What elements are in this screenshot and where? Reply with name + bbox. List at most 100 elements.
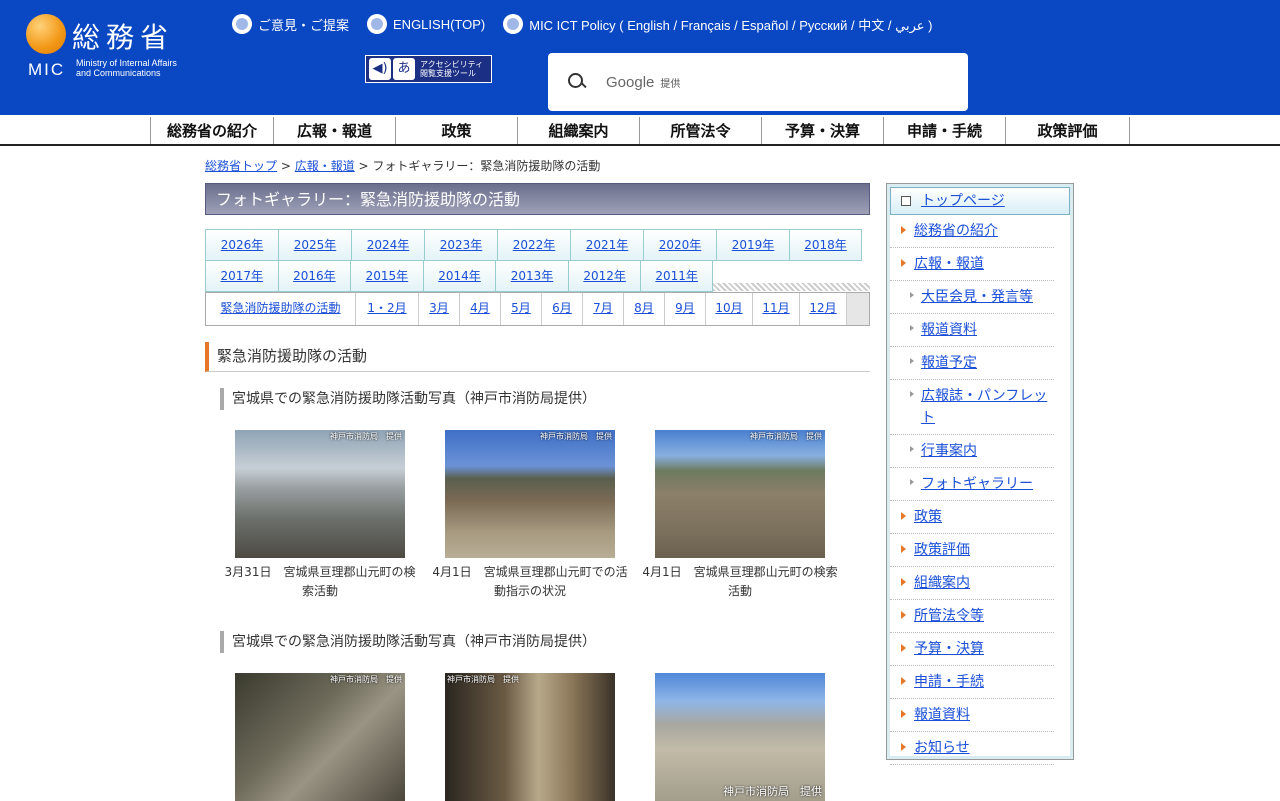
gnav-label: 組織案内: [548, 122, 609, 140]
search-brand-sub: 提供: [660, 78, 681, 90]
year-tab[interactable]: 2013年: [495, 260, 568, 292]
side-nav-item[interactable]: 報道資料: [890, 314, 1054, 347]
search-box[interactable]: Google 提供: [548, 53, 968, 111]
side-nav-link[interactable]: 報道資料: [914, 707, 970, 723]
side-nav-item[interactable]: フォトギャラリー: [890, 468, 1054, 501]
side-nav-link[interactable]: 予算・決算: [914, 641, 984, 657]
side-nav-link[interactable]: 広報・報道: [914, 256, 984, 272]
photo-mud-search[interactable]: 神戸市消防局 提供: [655, 430, 825, 558]
top-link-english[interactable]: ENGLISH(TOP): [367, 14, 485, 34]
gnav-item-policy[interactable]: 政策: [396, 117, 518, 144]
site-header: 総務省 MIC Ministry of Internal Affairs and…: [0, 0, 1280, 115]
photo-schoolyard-team[interactable]: 神戸市消防局 提供: [655, 673, 825, 801]
year-tab[interactable]: 2026年: [205, 229, 278, 261]
side-nav-item[interactable]: 行事案内: [890, 435, 1054, 468]
side-nav-link[interactable]: フォトギャラリー: [921, 476, 1033, 492]
month-tab[interactable]: 8月: [624, 293, 665, 325]
side-nav-item[interactable]: 報道予定: [890, 347, 1054, 380]
side-nav-link[interactable]: お知らせ: [914, 740, 970, 756]
side-nav-item[interactable]: 総務省の紹介: [890, 215, 1054, 248]
side-nav-link[interactable]: 大臣会見・発言等: [921, 289, 1033, 305]
accessibility-tool-button[interactable]: ◀) あ アクセシビリティ 閲覧支援ツール: [365, 55, 492, 83]
year-tab[interactable]: 2015年: [350, 260, 423, 292]
side-nav-link[interactable]: 報道予定: [921, 355, 977, 371]
side-nav-item[interactable]: 政策評価: [890, 534, 1054, 567]
gnav-item-procedures[interactable]: 申請・手続: [884, 117, 1006, 144]
breadcrumb-parent-link[interactable]: 広報・報道: [295, 159, 355, 173]
side-nav-link[interactable]: 広報誌・パンフレット: [921, 388, 1047, 426]
year-tab[interactable]: 2014年: [422, 260, 496, 292]
side-nav-link[interactable]: 所管法令等: [914, 608, 984, 624]
year-tab-selected[interactable]: 2011年: [640, 260, 713, 292]
top-link-ict-policy[interactable]: MIC ICT Policy ( English / Français / Es…: [503, 14, 932, 34]
year-tab[interactable]: 2012年: [567, 260, 641, 292]
side-nav-link[interactable]: 組織案内: [914, 575, 970, 591]
side-nav-link[interactable]: 総務省の紹介: [914, 223, 998, 239]
side-nav-item[interactable]: お知らせ: [890, 732, 1054, 765]
gnav-label: 所管法令: [670, 122, 731, 140]
side-nav-top-page[interactable]: トップページ: [890, 187, 1070, 215]
side-nav-item[interactable]: 申請・手続: [890, 666, 1054, 699]
year-tab[interactable]: 2024年: [351, 229, 424, 261]
month-tab[interactable]: 10月: [706, 293, 753, 325]
year-tab[interactable]: 2019年: [716, 229, 789, 261]
side-nav-item[interactable]: 組織案内: [890, 567, 1054, 600]
year-tab[interactable]: 2021年: [570, 229, 643, 261]
side-nav-item[interactable]: 広報誌・パンフレット: [890, 380, 1054, 435]
global-nav: 総務省の紹介 広報・報道 政策 組織案内 所管法令 予算・決算 申請・手続 政策…: [0, 115, 1280, 146]
top-link-label: ご意見・ご提案: [258, 17, 350, 33]
gnav-item-press[interactable]: 広報・報道: [274, 117, 396, 144]
year-tab[interactable]: 2017年: [205, 260, 278, 292]
mic-logo[interactable]: 総務省 MIC Ministry of Internal Affairs and…: [26, 12, 216, 82]
side-nav-link[interactable]: 報道資料: [921, 322, 977, 338]
month-tab[interactable]: 9月: [665, 293, 706, 325]
year-tab[interactable]: 2016年: [277, 260, 351, 292]
side-nav: トップページ 総務省の紹介 広報・報道 大臣会見・発言等 報道資料 報道予定 広報誌・パン…: [886, 183, 1074, 765]
logo-english-name: Ministry of Internal Affairs and Communi…: [76, 58, 177, 78]
year-tab[interactable]: 2022年: [497, 229, 570, 261]
month-tabs: 緊急消防援助隊の活動 1・2月 3月 4月 5月 6月 7月 8月 9月 10月…: [205, 292, 870, 326]
month-tab[interactable]: 7月: [583, 293, 624, 325]
photo-house-interior[interactable]: 神戸市消防局 提供: [445, 673, 615, 801]
side-nav-item[interactable]: 広報・報道: [890, 248, 1054, 281]
search-icon[interactable]: [566, 71, 588, 93]
side-nav-link[interactable]: 申請・手続: [914, 674, 984, 690]
side-nav-link[interactable]: 政策評価: [914, 542, 970, 558]
month-tab[interactable]: 11月: [753, 293, 800, 325]
gnav-item-organization[interactable]: 組織案内: [518, 117, 640, 144]
gnav-item-budget[interactable]: 予算・決算: [762, 117, 884, 144]
year-tab[interactable]: 2020年: [643, 229, 716, 261]
bullet-circle-icon: [367, 14, 388, 34]
month-tab-all[interactable]: 緊急消防援助隊の活動: [206, 293, 356, 325]
breadcrumb: 総務省トップ > 広報・報道 > フォトギャラリー：緊急消防援助隊の活動: [205, 157, 600, 174]
breadcrumb-separator: >: [277, 159, 295, 173]
side-nav-item[interactable]: 所管法令等: [890, 600, 1054, 633]
side-nav-item[interactable]: 政策: [890, 501, 1054, 534]
month-tab[interactable]: 4月: [460, 293, 501, 325]
gnav-item-about[interactable]: 総務省の紹介: [151, 117, 274, 144]
month-tab[interactable]: 3月: [419, 293, 460, 325]
side-nav-top-link[interactable]: トップページ: [921, 193, 1005, 209]
side-nav-item[interactable]: 大臣会見・発言等: [890, 281, 1054, 314]
month-tab[interactable]: 12月: [800, 293, 847, 325]
month-tab[interactable]: 6月: [542, 293, 583, 325]
search-brand: Google: [606, 73, 655, 91]
month-tab[interactable]: 1・2月: [356, 293, 419, 325]
gnav-item-laws[interactable]: 所管法令: [640, 117, 762, 144]
side-nav-item[interactable]: 予算・決算: [890, 633, 1054, 666]
photo-debris-forest[interactable]: 神戸市消防局 提供: [235, 673, 405, 801]
side-nav-item[interactable]: 報道資料: [890, 699, 1054, 732]
side-nav-link[interactable]: 行事案内: [921, 443, 977, 459]
top-link-feedback[interactable]: ご意見・ご提案: [232, 14, 349, 34]
month-tab[interactable]: 5月: [501, 293, 542, 325]
side-nav-link[interactable]: 政策: [914, 509, 942, 525]
photo-tidal-flat-search[interactable]: 神戸市消防局 提供: [235, 430, 405, 558]
breadcrumb-home-link[interactable]: 総務省トップ: [205, 159, 277, 173]
year-tab[interactable]: 2018年: [789, 229, 862, 261]
gnav-item-evaluation[interactable]: 政策評価: [1006, 117, 1130, 144]
photo-briefing-field[interactable]: 神戸市消防局 提供: [445, 430, 615, 558]
year-tab[interactable]: 2025年: [278, 229, 351, 261]
year-tab[interactable]: 2023年: [424, 229, 497, 261]
photo-credit: 神戸市消防局 提供: [447, 675, 519, 684]
main-content: フォトギャラリー：緊急消防援助隊の活動 2026年 2025年 2024年 20…: [205, 183, 870, 801]
